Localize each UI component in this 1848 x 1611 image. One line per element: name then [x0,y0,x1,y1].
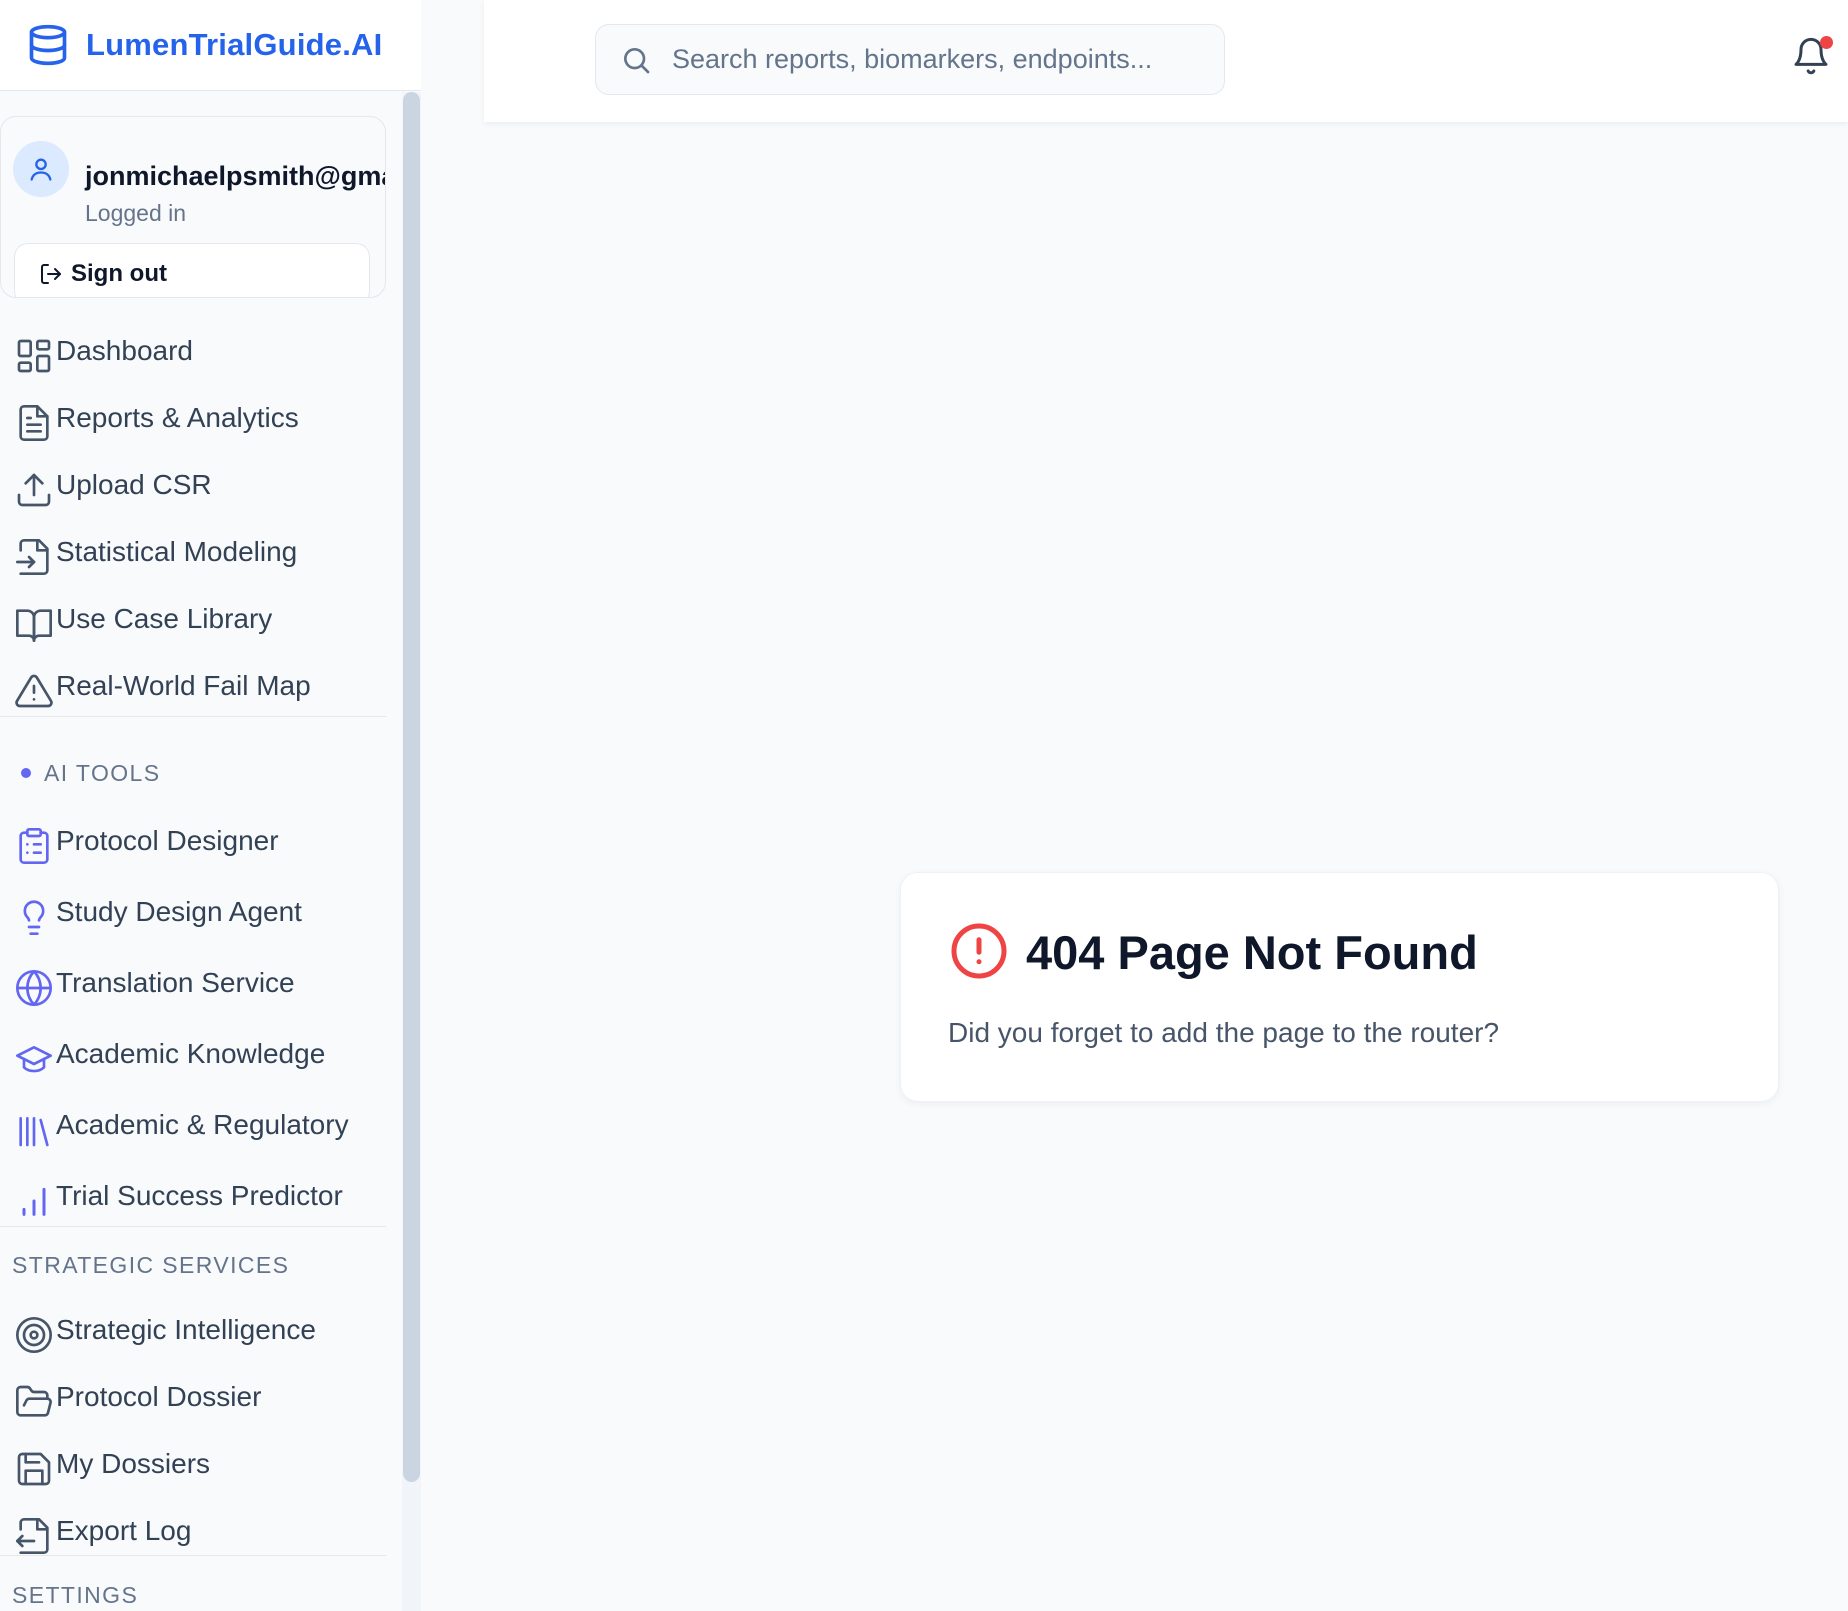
file-input-icon [12,535,56,579]
user-email: jonmichaelpsmith@gmail [85,161,386,191]
nav-item-fail-map[interactable]: Real-World Fail Map [12,663,386,719]
nav-item-academic-regulatory[interactable]: Academic & Regulatory [12,1102,386,1158]
nav-label: Protocol Dossier [56,1381,262,1412]
database-icon [29,24,67,66]
sign-out-label: Sign out [71,260,167,287]
lightbulb-icon [12,895,56,939]
target-icon [12,1313,56,1357]
nav-label: Academic & Regulatory [56,1109,349,1140]
nav-item-reports[interactable]: Reports & Analytics [12,395,386,451]
nav-item-protocol-dossier[interactable]: Protocol Dossier [12,1374,386,1430]
search-box[interactable] [595,24,1225,95]
error-title: 404 Page Not Found [1026,926,1478,979]
nav-label: Real-World Fail Map [56,670,311,701]
divider [0,1555,386,1556]
file-text-icon [12,401,56,445]
log-out-icon [41,264,61,284]
nav-item-use-case-library[interactable]: Use Case Library [12,596,386,652]
nav-label: Translation Service [56,967,295,998]
nav-label: Study Design Agent [56,896,302,927]
section-label-ai-tools: AI TOOLS [44,760,161,786]
top-bar [484,0,1848,122]
nav-item-study-design-agent[interactable]: Study Design Agent [12,889,386,945]
divider [0,716,386,717]
nav-label: Upload CSR [56,469,212,500]
nav-item-trial-success-predictor[interactable]: Trial Success Predictor [12,1173,386,1229]
nav-label: Dashboard [56,335,193,366]
section-label-strategic-services: STRATEGIC SERVICES [12,1252,290,1278]
alert-circle-icon [951,923,1007,979]
save-icon [12,1447,56,1491]
graduation-cap-icon [12,1037,56,1081]
clipboard-list-icon [12,824,56,868]
nav-item-academic-knowledge[interactable]: Academic Knowledge [12,1031,386,1087]
folder-open-icon [12,1380,56,1424]
nav-item-protocol-designer[interactable]: Protocol Designer [12,818,386,874]
nav-label: Use Case Library [56,603,273,634]
sidebar-scrollbar-thumb[interactable] [403,92,420,1482]
nav-label: Reports & Analytics [56,402,299,433]
book-open-icon [12,602,56,646]
sidebar-scroll-area: jonmichaelpsmith@gmail Logged in Sign ou… [0,92,402,1611]
nav-item-dashboard[interactable]: Dashboard [12,328,386,384]
main-content [484,122,1848,1611]
notifications-button[interactable] [1791,36,1835,80]
library-icon [12,1108,56,1152]
nav-label: Statistical Modeling [56,536,298,567]
layout-grid-icon [12,334,56,378]
nav-item-translation-service[interactable]: Translation Service [12,960,386,1016]
file-export-icon [12,1514,56,1558]
sidebar: LumenTrialGuide.AI jonmichaelpsmith@gmai… [0,0,421,1611]
nav-label: My Dossiers [56,1448,211,1479]
error-card: 404 Page Not Found Did you forget to add… [900,872,1779,1102]
upload-icon [12,468,56,512]
search-icon [624,47,650,73]
avatar [13,141,69,197]
nav-label: Export Log [56,1515,192,1546]
user-status: Logged in [85,200,187,226]
nav-label: Trial Success Predictor [56,1180,343,1211]
nav-label: Strategic Intelligence [56,1314,316,1345]
brand-header[interactable]: LumenTrialGuide.AI [0,0,421,91]
section-dot [21,768,31,778]
user-icon [30,158,52,181]
nav-item-statistical-modeling[interactable]: Statistical Modeling [12,529,386,585]
divider [0,1226,386,1227]
globe-icon [12,966,56,1010]
sign-out-button[interactable]: Sign out [14,243,370,297]
nav-item-my-dossiers[interactable]: My Dossiers [12,1441,386,1497]
section-label-settings: SETTINGS [12,1582,139,1608]
brand-name: LumenTrialGuide.AI [86,27,383,62]
alert-triangle-icon [12,669,56,713]
nav-item-strategic-intelligence[interactable]: Strategic Intelligence [12,1307,386,1363]
nav-label: Protocol Designer [56,825,279,856]
nav-label: Academic Knowledge [56,1038,326,1069]
nav-item-upload-csr[interactable]: Upload CSR [12,462,386,518]
bar-chart-icon [12,1179,56,1223]
search-input[interactable] [672,44,1192,75]
notification-dot [1820,36,1833,49]
error-message: Did you forget to add the page to the ro… [948,1017,1500,1048]
user-card: jonmichaelpsmith@gmail Logged in Sign ou… [0,116,386,298]
